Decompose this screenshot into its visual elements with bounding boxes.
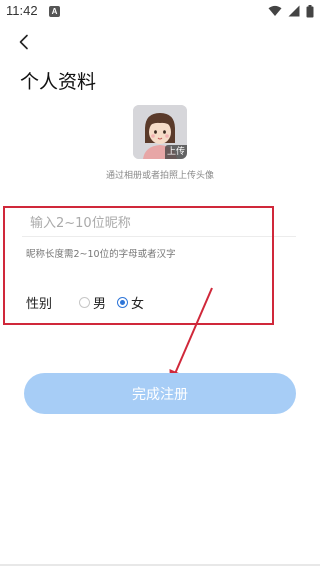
complete-registration-button[interactable]: 完成注册 <box>24 373 296 414</box>
upload-badge: 上传 <box>165 145 187 159</box>
avatar-upload[interactable]: 上传 <box>133 105 187 159</box>
page-title: 个人资料 <box>20 71 97 93</box>
status-time: 11:42 <box>6 3 38 18</box>
status-icons <box>268 4 314 18</box>
battery-icon <box>306 4 314 17</box>
status-bar: 11:42 A <box>0 0 320 24</box>
chevron-left-icon <box>19 34 28 50</box>
bottom-divider <box>0 564 320 566</box>
annotation-highlight-box <box>3 206 274 325</box>
back-button[interactable] <box>12 30 36 54</box>
notification-a-icon: A <box>49 6 60 17</box>
signal-icon <box>288 5 300 17</box>
avatar-hint: 通过相册或者拍照上传头像 <box>105 171 214 181</box>
wifi-icon <box>268 5 282 16</box>
